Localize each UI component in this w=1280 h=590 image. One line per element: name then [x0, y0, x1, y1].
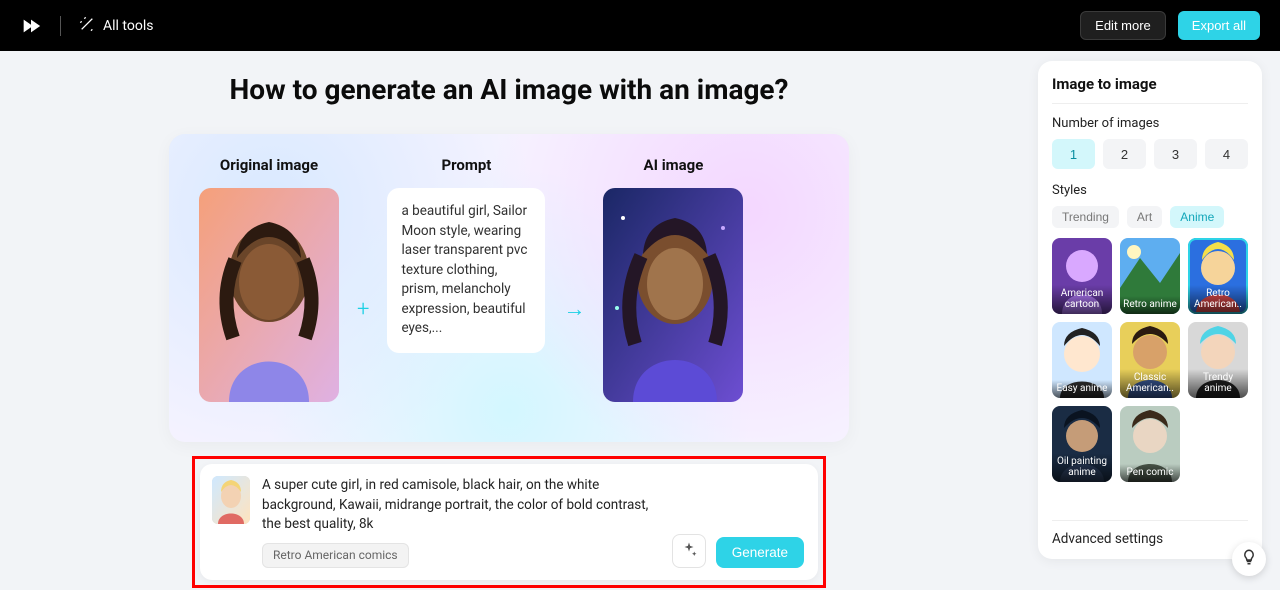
arrow-icon: →	[563, 296, 585, 322]
style-pen-comic[interactable]: Pen comic	[1120, 406, 1180, 482]
enhance-prompt-button[interactable]	[672, 534, 706, 568]
style-grid: American cartoon Retro anime Retro Ameri…	[1052, 238, 1248, 482]
app-logo	[20, 15, 42, 37]
wand-icon	[79, 16, 95, 36]
help-button[interactable]	[1232, 542, 1266, 576]
style-retro-american[interactable]: Retro American..	[1188, 238, 1248, 314]
original-image-label: Original image	[220, 156, 318, 174]
prompt-input-text[interactable]: A super cute girl, in red camisole, blac…	[262, 476, 660, 568]
tab-anime[interactable]: Anime	[1170, 206, 1224, 228]
style-retro-anime[interactable]: Retro anime	[1120, 238, 1180, 314]
settings-panel: Image to image Number of images 1 2 3 4 …	[1038, 61, 1262, 559]
style-label: Trendy anime	[1188, 369, 1248, 398]
divider	[1052, 103, 1248, 104]
style-tabs: Trending Art Anime	[1052, 206, 1248, 228]
generate-button[interactable]: Generate	[716, 537, 804, 568]
style-label: Pen comic	[1120, 464, 1180, 482]
divider	[60, 16, 61, 36]
style-label: Oil painting anime	[1052, 453, 1112, 482]
panel-title: Image to image	[1052, 75, 1248, 93]
tab-art[interactable]: Art	[1127, 206, 1162, 228]
all-tools-label: All tools	[103, 18, 153, 34]
styles-label: Styles	[1052, 183, 1248, 198]
num-option-2[interactable]: 2	[1103, 139, 1146, 169]
plus-icon: +	[357, 297, 369, 322]
style-oil-painting-anime[interactable]: Oil painting anime	[1052, 406, 1112, 482]
lightbulb-icon	[1240, 548, 1258, 570]
style-classic-american[interactable]: Classic American..	[1120, 322, 1180, 398]
tab-trending[interactable]: Trending	[1052, 206, 1119, 228]
style-label: Easy anime	[1052, 380, 1112, 398]
prompt-text: a beautiful girl, Sailor Moon style, wea…	[387, 188, 545, 353]
ai-image	[603, 188, 743, 402]
style-label: American cartoon	[1052, 285, 1112, 314]
hero-card: Original image + Prompt a beaut	[169, 134, 849, 442]
style-trendy-anime[interactable]: Trendy anime	[1188, 322, 1248, 398]
num-option-1[interactable]: 1	[1052, 139, 1095, 169]
prompt-input-block: A super cute girl, in red camisole, blac…	[200, 464, 818, 580]
original-image	[199, 188, 339, 402]
style-label: Classic American..	[1120, 369, 1180, 398]
topbar: All tools Edit more Export all	[0, 0, 1280, 51]
export-all-button[interactable]: Export all	[1178, 11, 1260, 40]
sparkle-icon	[680, 541, 698, 562]
prompt-label: Prompt	[441, 156, 491, 174]
ai-image-label: AI image	[644, 156, 704, 174]
style-label: Retro anime	[1120, 296, 1180, 314]
edit-more-button[interactable]: Edit more	[1080, 11, 1166, 40]
prompt-text-value: A super cute girl, in red camisole, blac…	[262, 477, 648, 532]
page-title: How to generate an AI image with an imag…	[230, 73, 789, 106]
style-easy-anime[interactable]: Easy anime	[1052, 322, 1112, 398]
uploaded-thumbnail[interactable]	[212, 476, 250, 524]
all-tools-button[interactable]: All tools	[79, 16, 153, 36]
style-tag-chip[interactable]: Retro American comics	[262, 543, 409, 568]
advanced-settings-toggle[interactable]: Advanced settings	[1052, 520, 1248, 547]
num-option-4[interactable]: 4	[1205, 139, 1248, 169]
num-option-3[interactable]: 3	[1154, 139, 1197, 169]
highlighted-region: A super cute girl, in red camisole, blac…	[192, 456, 826, 588]
style-label: Retro American..	[1188, 285, 1248, 314]
num-images-label: Number of images	[1052, 116, 1248, 131]
style-american-cartoon[interactable]: American cartoon	[1052, 238, 1112, 314]
num-images-row: 1 2 3 4	[1052, 139, 1248, 169]
